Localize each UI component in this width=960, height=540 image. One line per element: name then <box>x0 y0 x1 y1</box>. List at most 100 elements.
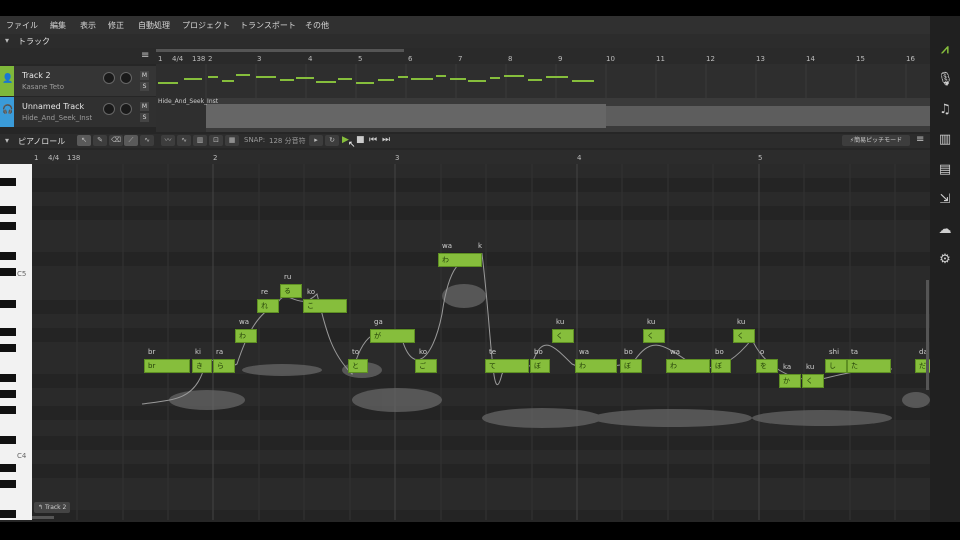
note[interactable]: く <box>643 329 665 343</box>
export-icon[interactable]: ⇲ <box>937 192 953 208</box>
curve-tool-icon[interactable]: ∿ <box>140 135 154 146</box>
waveform-view-icon[interactable]: ▥ <box>193 135 207 146</box>
menu-file[interactable]: ファイル <box>6 20 38 31</box>
pan-knob[interactable] <box>120 103 132 115</box>
black-key[interactable] <box>0 300 16 308</box>
note[interactable]: て <box>485 359 529 373</box>
pitch-mode-button[interactable]: ⚡簡易ピッチモード <box>842 135 910 146</box>
piano-keyboard[interactable]: C5 C4 <box>0 164 32 520</box>
volume-knob[interactable] <box>103 103 115 115</box>
horizontal-scrollbar[interactable] <box>32 516 54 519</box>
black-key[interactable] <box>0 268 16 276</box>
track-name[interactable]: Unnamed Track <box>22 102 84 111</box>
black-key[interactable] <box>0 374 16 382</box>
select-tool-icon[interactable]: ↖ <box>77 135 91 146</box>
menu-view[interactable]: 表示 <box>80 20 96 31</box>
note[interactable]: れ <box>257 299 279 313</box>
note[interactable]: た <box>847 359 891 373</box>
black-key[interactable] <box>0 206 16 214</box>
zoom-icon[interactable]: ⊡ <box>209 135 223 146</box>
note[interactable]: ぼ <box>620 359 642 373</box>
volume-knob[interactable] <box>103 72 115 84</box>
book-icon[interactable]: ▤ <box>937 162 953 178</box>
track-name[interactable]: Track 2 <box>22 71 51 80</box>
note[interactable]: し <box>825 359 847 373</box>
menu-lines-icon[interactable]: ≡ <box>916 134 924 145</box>
note[interactable]: く <box>802 374 824 388</box>
logo-icon: ⩘ <box>941 42 949 57</box>
menu-automation[interactable]: 自動処理 <box>138 20 170 31</box>
note[interactable]: ご <box>415 359 437 373</box>
solo-button[interactable]: S <box>140 113 149 122</box>
pitch-curve-icon[interactable]: ∿ <box>177 135 191 146</box>
mute-button[interactable]: M <box>140 102 149 111</box>
black-key[interactable] <box>0 344 16 352</box>
snap-value[interactable]: 128 分音符 <box>269 136 306 146</box>
black-key[interactable] <box>0 510 16 518</box>
grid-icon[interactable]: ▦ <box>225 135 239 146</box>
black-key[interactable] <box>0 406 16 414</box>
note[interactable]: る <box>280 284 302 298</box>
track-tag[interactable]: ↰ Track 2 <box>34 502 71 513</box>
skip-forward-icon[interactable]: ⏭ <box>382 135 390 145</box>
black-key[interactable] <box>0 390 16 398</box>
black-key[interactable] <box>0 328 16 336</box>
note[interactable]: ぼ <box>530 359 550 373</box>
black-key[interactable] <box>0 178 16 186</box>
skip-back-icon[interactable]: ⏮ <box>369 135 377 145</box>
note[interactable]: を <box>756 359 778 373</box>
pianoroll-ruler[interactable]: 1 4/4 138 2 3 4 5 <box>0 150 930 164</box>
pencil-tool-icon[interactable]: ✎ <box>93 135 107 146</box>
note[interactable]: き <box>192 359 212 373</box>
arranger-scrollbar[interactable] <box>156 49 404 52</box>
arranger-area[interactable]: Hide_And_Seek_Inst <box>156 64 930 132</box>
note[interactable]: く <box>552 329 574 343</box>
note[interactable]: と <box>348 359 368 373</box>
pianoroll-grid[interactable]: br き ら わ れ る こ と が ご わ て ぼ く わ ぼ く わ ぼ く… <box>32 164 930 520</box>
ruler-label: 4 <box>577 154 582 162</box>
note[interactable]: こ <box>303 299 347 313</box>
line-tool-icon[interactable]: ⟋ <box>124 135 138 146</box>
pan-knob[interactable] <box>120 72 132 84</box>
loop-icon[interactable]: ↻ <box>325 135 339 146</box>
solo-button[interactable]: S <box>140 82 149 91</box>
menu-modify[interactable]: 修正 <box>108 20 124 31</box>
menu-lines-icon[interactable]: ≡ <box>141 50 149 61</box>
black-key[interactable] <box>0 480 16 488</box>
note[interactable]: く <box>733 329 755 343</box>
menu-transport[interactable]: トランスポート <box>240 20 296 31</box>
microphone-icon[interactable]: 🎙 <box>937 72 954 88</box>
cloud-icon[interactable]: ☁ <box>937 222 953 238</box>
black-key[interactable] <box>0 222 16 230</box>
menu-project[interactable]: プロジェクト <box>182 20 230 31</box>
note[interactable]: か <box>779 374 801 388</box>
eraser-tool-icon[interactable]: ⌫ <box>109 135 123 146</box>
note[interactable]: わ <box>666 359 710 373</box>
chevron-down-icon[interactable]: ▾ <box>5 36 9 45</box>
black-key[interactable] <box>0 464 16 472</box>
note[interactable]: ら <box>213 359 235 373</box>
note[interactable]: が <box>370 329 415 343</box>
black-key[interactable] <box>0 436 16 444</box>
track-row-2[interactable]: 🎧 Unnamed Track Hide_And_Seek_Inst M S <box>0 97 156 127</box>
menu-edit[interactable]: 編集 <box>50 20 66 31</box>
chevron-down-icon[interactable]: ▾ <box>5 136 9 145</box>
note[interactable]: ぼ <box>711 359 731 373</box>
note-lyric: ko <box>307 288 316 296</box>
tracks-header[interactable]: ▾ トラック <box>0 34 930 48</box>
follow-icon[interactable]: ▸ <box>309 135 323 146</box>
pitch-view-icon[interactable]: 〰 <box>161 135 175 146</box>
library-icon[interactable]: ▥ <box>937 132 953 148</box>
stop-icon[interactable]: ■ <box>356 135 365 145</box>
note[interactable]: わ <box>575 359 617 373</box>
gear-icon[interactable]: ⚙ <box>937 252 953 268</box>
note[interactable]: わ <box>235 329 257 343</box>
music-note-icon[interactable]: ♫ <box>937 102 953 118</box>
black-key[interactable] <box>0 252 16 260</box>
mute-button[interactable]: M <box>140 71 149 80</box>
track-row-1[interactable]: 👤 Track 2 Kasane Teto M S <box>0 66 156 96</box>
note[interactable]: br <box>144 359 190 373</box>
vertical-scrollbar[interactable] <box>926 280 929 390</box>
note[interactable]: わ <box>438 253 482 267</box>
menu-other[interactable]: その他 <box>305 20 329 31</box>
